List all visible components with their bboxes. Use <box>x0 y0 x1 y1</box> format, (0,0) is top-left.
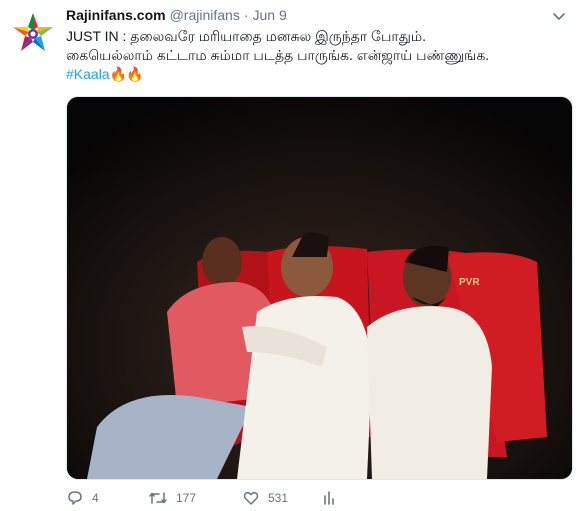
reply-count: 4 <box>92 491 99 505</box>
author-handle[interactable]: @rajinifans <box>170 7 240 23</box>
hashtag-link[interactable]: #Kaala <box>66 66 110 82</box>
avatar[interactable] <box>10 10 56 56</box>
seat-label: PVR <box>459 277 480 288</box>
tweet-text-line-3: #Kaala🔥🔥 <box>66 65 566 84</box>
author-name[interactable]: Rajinifans.com <box>66 7 166 23</box>
retweet-count: 177 <box>176 491 197 505</box>
cinema-photo: PVR <box>67 97 572 479</box>
tweet-text-line-1: JUST IN : தலைவரே மரியாதை மனசுல இருந்தா ப… <box>66 28 427 44</box>
tweet-actions: 4 177 531 <box>66 488 342 508</box>
reply-button[interactable]: 4 <box>66 489 126 507</box>
tweet-text-line-2: கையெல்லாம் கட்டாம சும்மா படத்த பாருங்க. … <box>66 47 490 63</box>
tweet-text: JUST IN : தலைவரே மரியாதை மனசுல இருந்தா ப… <box>66 27 566 84</box>
chevron-down-icon[interactable] <box>551 8 567 24</box>
tweet-header: Rajinifans.com @rajinifans · Jun 9 <box>66 7 287 27</box>
like-count: 531 <box>268 491 289 505</box>
tweet-photo[interactable]: PVR <box>66 96 573 480</box>
separator-dot: · <box>243 7 249 23</box>
heart-icon <box>243 491 259 505</box>
tweet-date[interactable]: Jun 9 <box>253 7 287 23</box>
analytics-button[interactable] <box>322 490 342 506</box>
star-logo-icon <box>13 13 53 51</box>
fire-emoji: 🔥🔥 <box>109 66 144 82</box>
analytics-icon <box>324 491 334 505</box>
tweet-card[interactable]: Rajinifans.com @rajinifans · Jun 9 JUST … <box>0 0 579 511</box>
like-button[interactable]: 531 <box>242 489 322 507</box>
reply-icon <box>68 491 82 505</box>
retweet-button[interactable]: 177 <box>148 489 242 507</box>
retweet-icon <box>149 492 167 504</box>
